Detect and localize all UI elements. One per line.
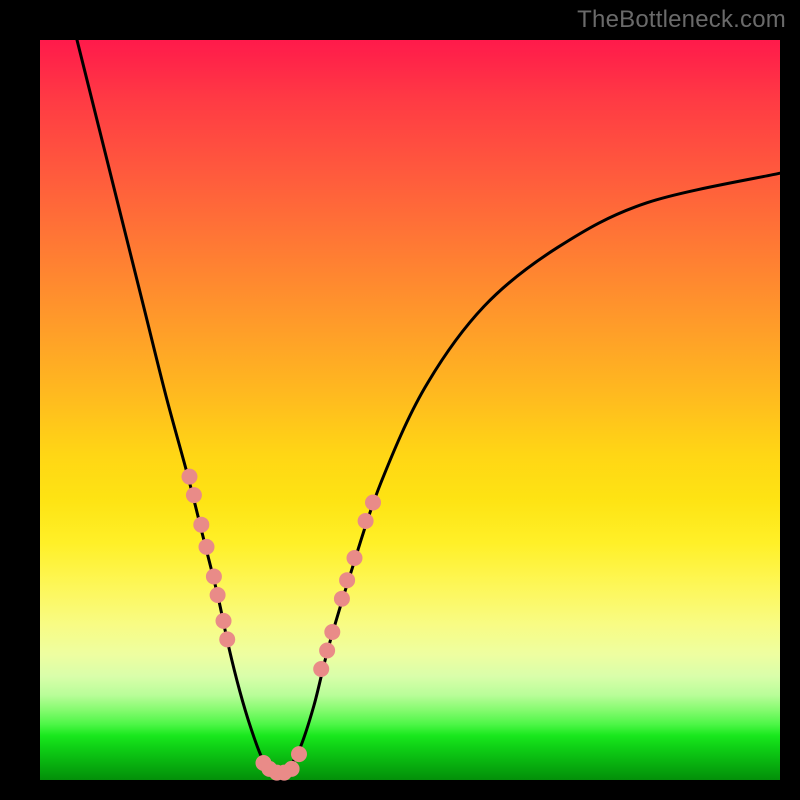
- left-dots-dot: [199, 539, 215, 555]
- chart-frame: TheBottleneck.com: [0, 0, 800, 800]
- right-dots-dot: [358, 513, 374, 529]
- right-dots-dot: [324, 624, 340, 640]
- left-dots-dot: [206, 569, 222, 585]
- bottom-dots-dot: [284, 761, 300, 777]
- plot-area: [40, 40, 780, 780]
- right-dots-dot: [365, 495, 381, 511]
- chart-svg: [40, 40, 780, 780]
- right-dots-dot: [313, 661, 329, 677]
- right-dots-dot: [334, 591, 350, 607]
- right-dots-dot: [319, 643, 335, 659]
- curve-layer: [77, 40, 780, 775]
- watermark-text: TheBottleneck.com: [577, 6, 786, 34]
- right-dots-dot: [339, 572, 355, 588]
- bottom-dots-dot: [291, 746, 307, 762]
- marker-layer: [181, 469, 381, 781]
- left-dots-dot: [216, 613, 232, 629]
- left-dots-dot: [219, 631, 235, 647]
- left-dots-dot: [210, 587, 226, 603]
- left-dots-dot: [186, 487, 202, 503]
- left-dots-dot: [193, 517, 209, 533]
- right-dots-dot: [347, 550, 363, 566]
- bottleneck-curve: [77, 40, 780, 775]
- left-dots-dot: [181, 469, 197, 485]
